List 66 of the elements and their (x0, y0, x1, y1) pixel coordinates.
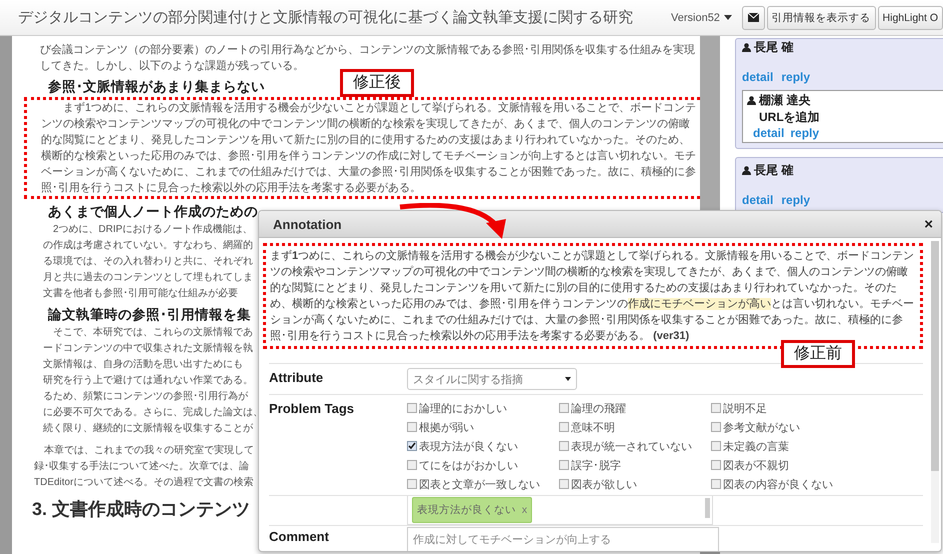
text-line: るため、頻繁にコンテンツの参照･引用行為が (43, 390, 248, 404)
text-line: 続く限り、継続的に文脈情報を収集することが (43, 422, 253, 436)
text-line: に必要不可欠である。さらに、完成した論文は、 (43, 406, 263, 420)
field-label: Comment (269, 528, 329, 544)
attribute-select[interactable]: スタイルに関する指摘 (407, 368, 577, 390)
tag-chip: 表現方法が良くない x (412, 497, 532, 523)
tag-checkbox[interactable]: 未定義の言葉 (711, 437, 789, 455)
text-line: ードコンテンツの中で収集された文脈情報を執 (43, 342, 253, 356)
close-button[interactable]: × (922, 216, 935, 232)
tag-checkbox[interactable]: 意味不明 (559, 418, 615, 436)
chapter-heading: 3. 文書作成時のコンテンツ (32, 498, 250, 521)
callout-label: 修正後 (340, 69, 414, 97)
scrollbar[interactable] (931, 241, 939, 543)
text-line: の作成は考慮されていない。すなわち、網羅的 (43, 238, 253, 253)
mail-button[interactable] (742, 6, 765, 30)
comment-author: 長尾 確 (754, 39, 794, 56)
comment-field[interactable]: 作成に対してモチベーションが向上する (407, 527, 719, 551)
comment-author: 長尾 確 (754, 162, 794, 179)
tag-checkbox[interactable]: 図表が欲しい (559, 475, 637, 493)
text-line: TDEditorについて述べる。その過程で文書の検索 (34, 476, 254, 490)
tag-checkbox[interactable]: 参考文献がない (711, 418, 800, 436)
field-label: Attribute (269, 369, 324, 385)
field-label: Problem Tags (269, 400, 354, 416)
tag-checkbox[interactable]: 図表と文章が一致しない (407, 475, 540, 493)
text-line: 文書を他者も参照･引用可能な仕組みが必要 (43, 286, 238, 301)
text-line: る環境では、その入れ替わりと共に、それぞれ (43, 254, 253, 269)
tag-checkbox[interactable]: 根拠が弱い (407, 418, 474, 436)
text-line: 本章では、これまでの我々の研究室で実現して (43, 444, 254, 458)
toolbar-button[interactable]: 引用情報を表示する (766, 6, 876, 30)
person-icon (747, 96, 756, 105)
person-icon (742, 43, 751, 52)
text-line: 研究を行う上で避けては通れない作業である。 (43, 374, 253, 388)
version-dropdown[interactable]: Version52 (667, 10, 736, 26)
tag-checkbox[interactable]: 論理の飛躍 (559, 399, 626, 417)
comment-link[interactable]: reply (790, 126, 820, 140)
dialog-title: Annotation (273, 216, 342, 232)
caret-icon (724, 15, 732, 20)
tag-checkbox[interactable]: 誤字･脱字 (559, 456, 621, 474)
text-line: 録･収集する手法について述べた。次章では、論 (34, 460, 249, 474)
text-line: そこで、本研究では、これらの文脈情報であ (52, 326, 253, 340)
text-line: 月と共に過去のコンテンツとして埋もれてしま (43, 270, 253, 285)
tag-checkbox[interactable]: 説明不足 (711, 399, 767, 417)
tag-checkbox[interactable]: 表現が統一されていない (559, 437, 692, 455)
tag-input[interactable]: 表現方法が良くない x (407, 496, 713, 525)
tag-checkbox[interactable]: てにをはがおかしい (407, 456, 518, 474)
text-line: 2つめに、DRIPにおけるノート作成機能は、 (52, 222, 252, 237)
text-line: 文脈情報は、自身の活動を思い出すためにも (43, 358, 243, 372)
body-paragraph: まず1つめに、これらの文脈情報を活用する機会が少ないことが課題として挙げられる。文脈情報を用いることで、ボードコンテンツの検索やコンテンツマップの可視化の中でコンテンツ間の横断的な検索を実現してきたが、あくまで、個人のコンテンツの俯瞰的な閲覧にとどまり、発見したコンテンツを用いて新たに別の目的に使用するための支援はあまり行われていなかった。そのため、横断的な検索といった応用のみでは、参照･引用を伴うコンテンツの作成に対してモチベーションが向上するとは言い切れない。モチベーションが高くないために、これまでの仕組みだけでは、大量の参照･引用関係を収集することが困難であった。故に、積極的に参照･引用を行うコストに見合った検索以外の応用手法を考案する必要がある。 (41, 100, 698, 196)
tag-checkbox[interactable]: 図表が不親切 (711, 456, 789, 474)
page-title: デジタルコンテンツの部分関連付けと文脈情報の可視化に基づく論文執筆支援に関する研究 (18, 8, 633, 27)
comment-link[interactable]: detail (753, 126, 784, 140)
comment-text: URLを追加 (758, 109, 820, 126)
person-icon (742, 166, 751, 175)
tag-checkbox[interactable]: 表現方法が良くない (407, 437, 518, 455)
section-heading: 論文執筆時の参照･引用情報を集 (48, 306, 251, 324)
toolbar-button[interactable]: HighLight O (878, 6, 943, 30)
section-heading: 参照･文脈情報があまり集まらない (48, 78, 265, 96)
mail-icon (748, 13, 759, 22)
caret-icon (565, 377, 571, 381)
callout-label: 修正前 (781, 340, 855, 368)
scrollbar[interactable] (705, 498, 710, 518)
tag-checkbox[interactable]: 図表の内容が良くない (711, 475, 833, 493)
check-icon (408, 442, 416, 450)
comment-author: 棚瀬 達央 (759, 92, 810, 109)
tag-checkbox[interactable]: 論理的におかしい (407, 399, 507, 417)
section-heading: あくまで個人ノート作成のための (48, 203, 258, 221)
